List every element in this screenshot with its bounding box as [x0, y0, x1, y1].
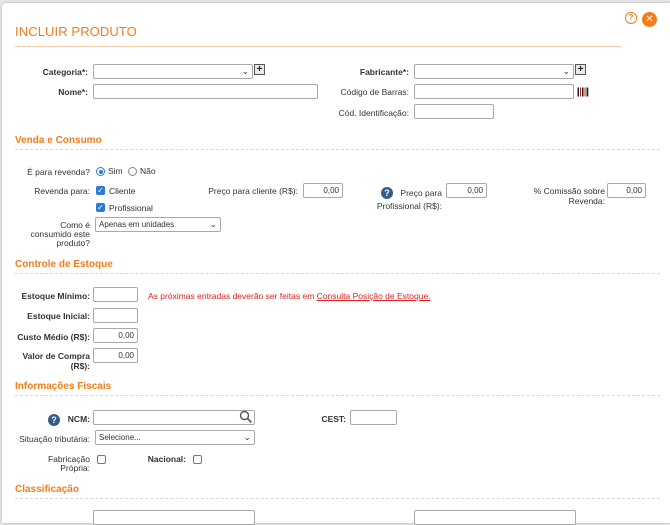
- warning-text: As próximas entradas deverão ser feitas …: [148, 291, 317, 301]
- preco-profissional-label-1: Preço para: [400, 188, 442, 198]
- custo-medio-label: Custo Médio (R$):: [17, 332, 90, 342]
- categoria-label: Categoria*:: [42, 67, 88, 77]
- valor-compra-label-2: (R$):: [70, 361, 90, 371]
- estoque-inicial-label: Estoque Inicial:: [27, 311, 90, 321]
- close-icon[interactable]: ✕: [642, 12, 657, 27]
- sim-label: Sim: [108, 166, 123, 176]
- add-fabricante-button[interactable]: +: [575, 64, 586, 75]
- nome-label: Nome*:: [58, 87, 88, 97]
- fabricacao-propria-label-2: Própria:: [60, 463, 90, 473]
- nao-label: Não: [140, 166, 156, 176]
- ncm-label: NCM:: [67, 414, 90, 424]
- situacao-tributaria-label: Situação tributária:: [19, 434, 90, 444]
- consumo-label-3: produto?: [56, 238, 90, 248]
- estoque-inicial-input[interactable]: [93, 308, 138, 323]
- codigo-barras-input[interactable]: [414, 84, 574, 99]
- estoque-warning: As próximas entradas deverão ser feitas …: [148, 291, 431, 301]
- section-classificacao: Classificação: [15, 484, 79, 495]
- search-icon[interactable]: [239, 410, 253, 423]
- situacao-value: Selecione...: [99, 433, 141, 442]
- revenda-para-label: Revenda para:: [34, 186, 90, 196]
- nacional-label: Nacional:: [147, 454, 186, 464]
- consumo-select[interactable]: Apenas em unidades ⌄: [95, 217, 221, 232]
- nacional-checkbox[interactable]: [193, 455, 202, 464]
- chevron-down-icon: ⌄: [562, 66, 570, 76]
- fabricante-select[interactable]: ⌄: [414, 64, 574, 79]
- cliente-checkbox[interactable]: ✓: [96, 186, 105, 195]
- comissao-input[interactable]: 0,00: [607, 183, 646, 198]
- cest-input[interactable]: [350, 410, 397, 425]
- add-categoria-button[interactable]: +: [254, 64, 265, 75]
- cod-identificacao-input[interactable]: [414, 104, 494, 119]
- chevron-down-icon: ⌄: [241, 66, 249, 76]
- comissao-label-1: % Comissão sobre: [533, 186, 605, 196]
- cliente-label: Cliente: [109, 186, 136, 196]
- valor-compra-label-1: Valor de Compra: [22, 351, 90, 361]
- help-circle-icon[interactable]: ?: [625, 12, 637, 24]
- codigo-barras-label: Código de Barras:: [340, 87, 409, 97]
- section-divider: [15, 149, 660, 150]
- fabricante-label: Fabricante*:: [359, 67, 409, 77]
- classificacao-input-1[interactable]: [93, 510, 255, 525]
- section-venda-consumo: Venda e Consumo: [15, 135, 102, 146]
- chevron-down-icon: ⌄: [209, 219, 217, 229]
- revenda-label: É para revenda?: [27, 167, 90, 177]
- section-informacoes-fiscais: Informações Fiscais: [15, 381, 112, 392]
- revenda-sim-radio[interactable]: [96, 167, 105, 176]
- fabricacao-propria-checkbox[interactable]: [97, 455, 106, 464]
- situacao-tributaria-select[interactable]: Selecione... ⌄: [95, 430, 255, 445]
- section-divider: [15, 498, 660, 499]
- preco-cliente-label: Preço para cliente (R$):: [208, 186, 298, 196]
- preco-profissional-label-2: Profissional (R$):: [376, 201, 442, 211]
- cest-label: CEST:: [321, 414, 346, 424]
- preco-profissional-input[interactable]: 0,00: [446, 183, 487, 198]
- profissional-label: Profissional: [109, 203, 153, 213]
- estoque-minimo-label: Estoque Mínimo:: [21, 291, 90, 301]
- classificacao-input-2[interactable]: [414, 510, 576, 525]
- comissao-label-2: Revenda:: [568, 196, 605, 206]
- custo-medio-input[interactable]: 0,00: [93, 328, 138, 343]
- valor-compra-input[interactable]: 0,00: [93, 348, 138, 363]
- section-controle-estoque: Controle de Estoque: [15, 259, 113, 270]
- profissional-checkbox[interactable]: ✓: [96, 203, 105, 212]
- consulta-estoque-link[interactable]: Consulta Posição de Estoque.: [317, 291, 431, 301]
- barcode-icon[interactable]: [577, 87, 589, 97]
- dialog-title: INCLUIR PRODUTO: [15, 24, 137, 39]
- estoque-minimo-input[interactable]: [93, 287, 138, 302]
- section-divider: [15, 273, 660, 274]
- incluir-produto-dialog: INCLUIR PRODUTO ? ✕ Categoria*: ⌄ + Fabr…: [2, 3, 670, 525]
- categoria-select[interactable]: ⌄: [93, 64, 253, 79]
- section-divider: [15, 395, 660, 396]
- revenda-nao-radio[interactable]: [128, 167, 137, 176]
- preco-cliente-input[interactable]: 0,00: [303, 183, 343, 198]
- title-divider: [15, 46, 621, 47]
- ncm-input[interactable]: [93, 410, 255, 425]
- consumo-value: Apenas em unidades: [99, 220, 175, 229]
- question-icon[interactable]: ?: [48, 414, 60, 426]
- chevron-down-icon: ⌄: [243, 432, 251, 442]
- nome-input[interactable]: [93, 84, 318, 99]
- cod-identificacao-label: Cód. Identificação:: [338, 108, 409, 118]
